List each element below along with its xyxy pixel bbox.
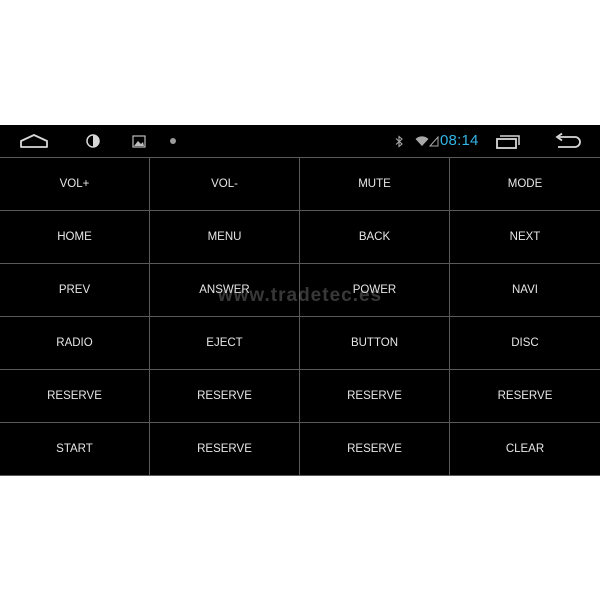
key-eject[interactable]: EJECT [150,317,300,370]
image-icon [131,125,147,157]
key-reserve[interactable]: RESERVE [300,423,450,476]
key-menu[interactable]: MENU [150,211,300,264]
steering-wheel-key-grid: VOL+ VOL- MUTE MODE HOME MENU BACK NEXT … [0,157,600,476]
key-vol-up[interactable]: VOL+ [0,158,150,211]
key-reserve[interactable]: RESERVE [450,370,600,423]
signal-icon [428,125,439,157]
status-clock: 08:14 [440,132,479,149]
key-prev[interactable]: PREV [0,264,150,317]
key-vol-down[interactable]: VOL- [150,158,300,211]
key-power[interactable]: POWER [300,264,450,317]
key-next[interactable]: NEXT [450,211,600,264]
status-bar: 08:14 [0,125,600,157]
wifi-icon [415,125,429,157]
key-reserve[interactable]: RESERVE [300,370,450,423]
key-reserve[interactable]: RESERVE [150,423,300,476]
head-unit-screen: 08:14 VOL+ VOL- MUTE MODE HOME MENU BACK… [0,125,600,476]
nav-back-icon[interactable] [18,125,50,157]
key-answer[interactable]: ANSWER [150,264,300,317]
key-start[interactable]: START [0,423,150,476]
key-reserve[interactable]: RESERVE [150,370,300,423]
dot-icon [167,125,179,157]
key-button[interactable]: BUTTON [300,317,450,370]
key-navi[interactable]: NAVI [450,264,600,317]
return-icon[interactable] [552,125,582,157]
key-reserve[interactable]: RESERVE [0,370,150,423]
key-mode[interactable]: MODE [450,158,600,211]
key-back[interactable]: BACK [300,211,450,264]
key-radio[interactable]: RADIO [0,317,150,370]
key-clear[interactable]: CLEAR [450,423,600,476]
key-mute[interactable]: MUTE [300,158,450,211]
key-disc[interactable]: DISC [450,317,600,370]
key-home[interactable]: HOME [0,211,150,264]
recent-apps-icon[interactable] [494,125,522,157]
brightness-icon[interactable] [84,125,102,157]
bluetooth-icon [393,125,405,157]
